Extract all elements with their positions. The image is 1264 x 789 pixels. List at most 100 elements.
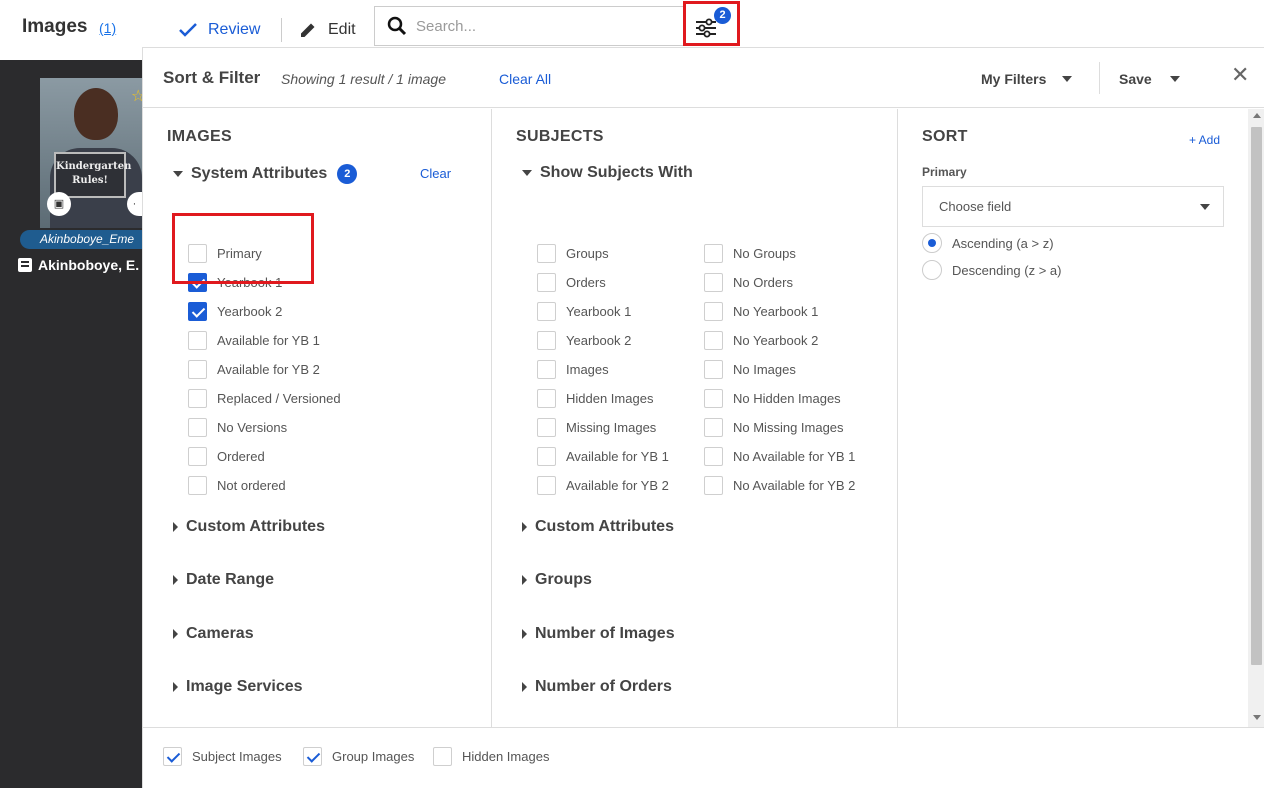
subject-filter-no-groups-label: No Groups <box>733 246 796 261</box>
subject-filter-no-yearbook-1-checkbox[interactable] <box>704 302 723 321</box>
subject-filter-groups-label: Groups <box>566 246 609 261</box>
clear-all-link[interactable]: Clear All <box>499 71 551 87</box>
subject-filter-yearbook-1-checkbox[interactable] <box>537 302 556 321</box>
system-attr-available-for-yb-2[interactable]: Available for YB 2 <box>188 360 320 379</box>
footer-hidden-images[interactable]: Hidden Images <box>433 747 549 766</box>
subject-filter-yearbook-1[interactable]: Yearbook 1 <box>537 302 631 321</box>
system-attr-not-ordered[interactable]: Not ordered <box>188 476 286 495</box>
system-attr-available-for-yb-1[interactable]: Available for YB 1 <box>188 331 320 350</box>
footer-hidden-images-checkbox[interactable] <box>433 747 452 766</box>
clear-system-attributes-link[interactable]: Clear <box>420 166 451 181</box>
system-attributes-toggle[interactable]: System Attributes 2 <box>173 164 358 184</box>
image-info-icon[interactable]: ▣ <box>47 192 71 216</box>
system-attr-ordered-checkbox[interactable] <box>188 447 207 466</box>
descending-option[interactable]: Descending (z > a) <box>922 260 1061 280</box>
images-section-cameras[interactable]: Cameras <box>173 625 254 643</box>
subject-filter-no-missing-images[interactable]: No Missing Images <box>704 418 844 437</box>
subject-filter-no-orders[interactable]: No Orders <box>704 273 793 292</box>
system-attr-not-ordered-checkbox[interactable] <box>188 476 207 495</box>
ascending-radio[interactable] <box>922 233 942 253</box>
subject-filter-no-groups-checkbox[interactable] <box>704 244 723 263</box>
subject-filter-hidden-images[interactable]: Hidden Images <box>537 389 653 408</box>
scroll-down-icon[interactable] <box>1253 715 1261 720</box>
system-attr-no-versions[interactable]: No Versions <box>188 418 287 437</box>
subject-filter-no-available-for-yb-2[interactable]: No Available for YB 2 <box>704 476 855 495</box>
footer-group-images-checkbox[interactable] <box>303 747 322 766</box>
subject-filter-available-for-yb-2[interactable]: Available for YB 2 <box>537 476 669 495</box>
subject-filter-no-yearbook-2[interactable]: No Yearbook 2 <box>704 331 818 350</box>
subject-filter-no-available-for-yb-1[interactable]: No Available for YB 1 <box>704 447 855 466</box>
subject-filter-groups-checkbox[interactable] <box>537 244 556 263</box>
add-sort-link[interactable]: + Add <box>1189 133 1220 147</box>
subject-filter-groups[interactable]: Groups <box>537 244 609 263</box>
subject-filter-no-orders-checkbox[interactable] <box>704 273 723 292</box>
subject-filter-missing-images[interactable]: Missing Images <box>537 418 656 437</box>
subject-filter-no-available-for-yb-2-checkbox[interactable] <box>704 476 723 495</box>
my-filters-dropdown[interactable]: My Filters <box>981 71 1073 87</box>
search-input[interactable] <box>416 17 666 35</box>
descending-radio[interactable] <box>922 260 942 280</box>
subject-filter-no-images[interactable]: No Images <box>704 360 796 379</box>
descending-label: Descending (z > a) <box>952 262 1062 278</box>
scroll-thumb[interactable] <box>1251 127 1262 665</box>
subject-filter-orders[interactable]: Orders <box>537 273 606 292</box>
subject-filter-no-hidden-images-checkbox[interactable] <box>704 389 723 408</box>
image-count-link[interactable]: (1) <box>99 20 116 36</box>
subject-filter-no-hidden-images[interactable]: No Hidden Images <box>704 389 841 408</box>
subjects-section-custom-attributes[interactable]: Custom Attributes <box>522 518 674 536</box>
subject-filter-available-for-yb-1[interactable]: Available for YB 1 <box>537 447 669 466</box>
subject-filter-yearbook-2[interactable]: Yearbook 2 <box>537 331 631 350</box>
subject-filter-no-available-for-yb-1-checkbox[interactable] <box>704 447 723 466</box>
subject-name[interactable]: Akinboboye, E. <box>18 257 139 273</box>
footer-group-images[interactable]: Group Images <box>303 747 414 766</box>
subject-filter-available-for-yb-2-checkbox[interactable] <box>537 476 556 495</box>
filter-toggle-button[interactable]: 2 <box>683 1 740 46</box>
system-attr-replaced-versioned[interactable]: Replaced / Versioned <box>188 389 341 408</box>
footer-subject-images[interactable]: Subject Images <box>163 747 282 766</box>
system-attr-ordered[interactable]: Ordered <box>188 447 265 466</box>
system-attr-available-for-yb-1-checkbox[interactable] <box>188 331 207 350</box>
subject-filter-orders-checkbox[interactable] <box>537 273 556 292</box>
subject-filter-images[interactable]: Images <box>537 360 609 379</box>
chevron-down-icon <box>1169 76 1180 82</box>
subject-filter-available-for-yb-1-checkbox[interactable] <box>537 447 556 466</box>
edit-button[interactable]: Edit <box>298 18 356 42</box>
ascending-option[interactable]: Ascending (a > z) <box>922 233 1054 253</box>
scroll-up-icon[interactable] <box>1253 113 1261 118</box>
subject-filter-missing-images-checkbox[interactable] <box>537 418 556 437</box>
subject-filter-hidden-images-label: Hidden Images <box>566 391 654 406</box>
panel-footer: Subject Images Group Images Hidden Images <box>143 727 1264 789</box>
subject-filter-images-checkbox[interactable] <box>537 360 556 379</box>
subjects-section-groups[interactable]: Groups <box>522 571 592 589</box>
close-icon[interactable]: ✕ <box>1231 64 1249 86</box>
choose-field-select[interactable]: Choose field <box>922 186 1224 227</box>
system-attr-replaced-versioned-checkbox[interactable] <box>188 389 207 408</box>
show-subjects-with-toggle[interactable]: Show Subjects With <box>522 164 693 182</box>
subject-filter-no-images-checkbox[interactable] <box>704 360 723 379</box>
subject-filter-no-yearbook-2-checkbox[interactable] <box>704 331 723 350</box>
subject-filter-no-yearbook-1[interactable]: No Yearbook 1 <box>704 302 818 321</box>
images-section-image-services[interactable]: Image Services <box>173 678 303 696</box>
subject-filter-missing-images-label: Missing Images <box>566 420 657 435</box>
subjects-section-number-of-images[interactable]: Number of Images <box>522 625 675 643</box>
subject-filter-images-label: Images <box>566 362 609 377</box>
system-attr-no-versions-checkbox[interactable] <box>188 418 207 437</box>
subjects-section-number-of-orders[interactable]: Number of Orders <box>522 678 672 696</box>
subject-filter-no-images-label: No Images <box>733 362 796 377</box>
system-attr-yearbook-2[interactable]: Yearbook 2 <box>188 302 282 321</box>
subject-filter-yearbook-2-checkbox[interactable] <box>537 331 556 350</box>
subject-filter-no-missing-images-checkbox[interactable] <box>704 418 723 437</box>
save-label: Save <box>1119 71 1152 87</box>
system-attr-yearbook-2-checkbox[interactable] <box>188 302 207 321</box>
panel-scrollbar[interactable] <box>1248 109 1264 727</box>
review-button[interactable]: Review <box>178 18 260 42</box>
images-section-custom-attributes[interactable]: Custom Attributes <box>173 518 325 536</box>
subject-filter-hidden-images-checkbox[interactable] <box>537 389 556 408</box>
images-section-date-range[interactable]: Date Range <box>173 571 274 589</box>
chevron-down-icon <box>1062 76 1073 82</box>
system-attr-available-for-yb-2-checkbox[interactable] <box>188 360 207 379</box>
save-dropdown[interactable]: Save <box>1119 71 1180 87</box>
footer-subject-images-checkbox[interactable] <box>163 747 182 766</box>
pencil-icon <box>301 23 315 37</box>
subject-filter-no-groups[interactable]: No Groups <box>704 244 796 263</box>
